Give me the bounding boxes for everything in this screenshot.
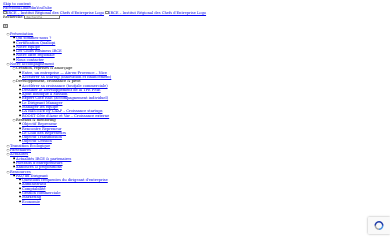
recaptcha-icon	[374, 221, 384, 230]
logo-link-2[interactable]: IRCE – Institut Régional des Chefs d'Ent…	[105, 11, 206, 15]
search-input[interactable]	[24, 15, 61, 20]
header: Skip to content FacebookLinkedinYouTube …	[3, 2, 206, 20]
main-navigation: PrésentationQui sommes-nous ?Certificati…	[4, 32, 111, 204]
search-row: Recherche	[3, 14, 206, 20]
menu-item[interactable]: Économie	[18, 200, 111, 205]
menu-item-label[interactable]: Économie	[22, 200, 40, 204]
search-close-button[interactable]: ✕	[3, 24, 8, 28]
logo-alt-2: IRCE – Institut Régional des Chefs d'Ent…	[109, 10, 207, 15]
search-label: Recherche	[3, 14, 23, 19]
recaptcha-badge[interactable]	[368, 217, 390, 234]
